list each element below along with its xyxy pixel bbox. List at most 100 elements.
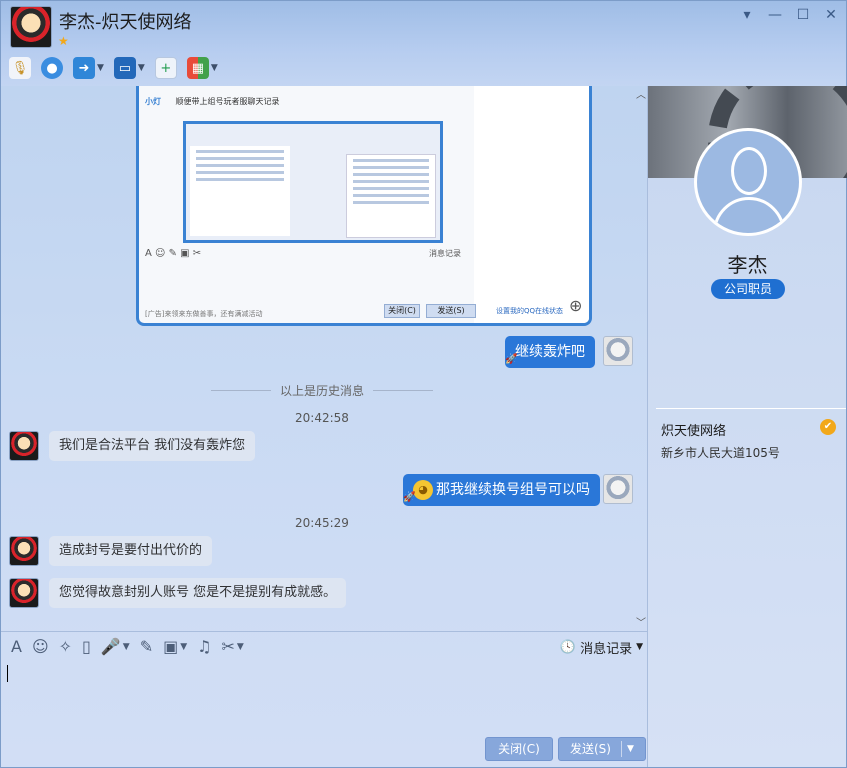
verified-badge-icon: ✔: [820, 419, 836, 435]
person-icon: [731, 147, 767, 195]
message-other[interactable]: 造成封号是要付出代价的: [49, 536, 213, 566]
magic-wand-icon: ✧: [58, 637, 73, 656]
history-divider: 以上是历史消息: [211, 382, 433, 399]
preview-close-button: 关闭(C): [384, 304, 420, 318]
emoji-icon: ☺: [31, 637, 49, 656]
close-icon[interactable]: ✕: [824, 7, 838, 23]
message-self[interactable]: 继续轰炸吧: [505, 336, 595, 368]
font-icon: A: [11, 637, 22, 656]
emoji-button[interactable]: ☺: [32, 637, 49, 656]
chat-toolbar: 🎙 ● ➜ ▼ ▭ ▼ + ▦ ▼: [9, 55, 218, 81]
contact-avatar[interactable]: [9, 578, 39, 608]
remote-desktop-button[interactable]: ▭ ▼: [113, 56, 145, 80]
microphone-icon: 🎤: [100, 637, 121, 656]
window-title: 李杰-炽天使网络: [59, 12, 192, 33]
shake-icon: ▯: [82, 637, 91, 656]
music-button[interactable]: ♫: [197, 637, 211, 656]
company-name: 炽天使网络: [661, 424, 727, 439]
chat-window: 李杰-炽天使网络 ★ ▾ — ☐ ✕ 🎙 ● ➜ ▼ ▭ ▼ + ▦ ▼ 小灯 …: [0, 0, 847, 768]
message-history-button[interactable]: 🕓 消息记录 ▼: [560, 632, 643, 662]
message-text: 我们是合法平台 我们没有轰炸您: [59, 438, 246, 453]
edit-button[interactable]: ✎: [140, 637, 153, 656]
preview-history-label: 消息记录: [429, 249, 461, 258]
timestamp: 20:45:29: [295, 516, 349, 530]
microphone-icon: 🎙: [9, 57, 31, 79]
camera-icon: ●: [41, 57, 63, 79]
company-address: 新乡市人民大道105号: [661, 446, 780, 460]
voice-message-button[interactable]: 🎤 ▼: [101, 637, 130, 656]
smiley-face-icon: ◕: [413, 480, 433, 500]
edit-icon: ✎: [139, 637, 154, 656]
voice-call-button[interactable]: 🎙: [9, 56, 31, 80]
apps-icon: ▦: [186, 57, 209, 79]
screenshot-image[interactable]: 小灯 顺便带上组号玩者服聊天记录 A ☺ ✎ ▣ ✂ 消息记录 [广告]来领来东…: [136, 86, 592, 326]
message-text: 那我继续换号组号可以吗: [436, 482, 590, 498]
role-badge: 公司职员: [711, 279, 785, 299]
apps-button[interactable]: ▦ ▼: [186, 56, 218, 80]
preview-toolbar: A ☺ ✎ ▣ ✂: [145, 248, 202, 259]
preview-send-button: 发送(S): [426, 304, 476, 318]
chat-add-icon: +: [154, 57, 177, 79]
message-other[interactable]: 您觉得故意封别人账号 您是不是提别有成就感。: [49, 578, 347, 608]
rocket-icon: 🚀: [505, 354, 518, 365]
preview-qq-status: 设置我的QQ在线状态: [496, 307, 564, 315]
music-icon: ♫: [197, 637, 212, 656]
image-button[interactable]: ▣ ▼: [163, 637, 187, 656]
font-button[interactable]: A: [11, 637, 22, 656]
chevron-down-icon: ▼: [180, 641, 188, 652]
message-text: 您觉得故意封别人账号 您是不是提别有成就感。: [59, 585, 337, 600]
send-button[interactable]: 发送(S) ▼: [558, 737, 646, 761]
chevron-down-icon: ▼: [137, 63, 145, 73]
clock-icon: 🕓: [559, 639, 577, 655]
video-call-button[interactable]: ●: [41, 56, 63, 80]
message-self[interactable]: ◕ 那我继续换号组号可以吗: [403, 474, 600, 506]
screenshot-button[interactable]: ✂ ▼: [222, 637, 244, 656]
message-text: 造成封号是要付出代价的: [59, 543, 203, 558]
folder-icon: ➜: [73, 57, 95, 79]
add-chat-button[interactable]: +: [154, 56, 177, 80]
message-history-label: 消息记录: [580, 641, 633, 657]
close-button[interactable]: 关闭(C): [485, 737, 553, 761]
zoom-in-icon[interactable]: ⊕: [569, 296, 582, 315]
contact-avatar[interactable]: [9, 536, 39, 566]
message-input[interactable]: [1, 661, 647, 731]
chevron-down-icon: ▼: [236, 641, 244, 652]
image-icon: ▣: [163, 637, 179, 656]
chevron-down-icon: ▼: [636, 642, 643, 652]
self-avatar[interactable]: [603, 336, 633, 366]
preview-side: [474, 86, 589, 323]
minimize-icon[interactable]: —: [768, 7, 782, 23]
contact-avatar[interactable]: [9, 431, 39, 461]
send-label: 发送(S): [570, 742, 611, 756]
chevron-down-icon: ▼: [97, 63, 104, 73]
chevron-down-icon: ▼: [122, 641, 130, 652]
profile-avatar[interactable]: [694, 128, 802, 236]
file-transfer-button[interactable]: ➜ ▼: [73, 56, 104, 80]
preview-ad-text: [广告]来领来东做善事，还有满减活动: [145, 310, 263, 318]
self-avatar[interactable]: [603, 474, 633, 504]
contact-avatar[interactable]: [10, 6, 52, 48]
message-other[interactable]: 我们是合法平台 我们没有轰炸您: [49, 431, 256, 461]
chevron-down-icon: ▼: [210, 63, 218, 73]
scissors-icon: ✂: [221, 637, 235, 656]
timestamp: 20:42:58: [295, 411, 349, 425]
message-text: 继续轰炸吧: [515, 344, 585, 360]
input-toolbar: A ☺ ✧ ▯ 🎤 ▼ ✎ ▣ ▼ ♫ ✂ ▼ 🕓 消息记录 ▼: [1, 631, 647, 661]
profile-panel: 李杰 公司职员 炽天使网络 ✔ 新乡市人民大道105号: [647, 86, 847, 767]
rocket-icon: 🚀: [403, 492, 416, 503]
preview-caption: 顺便带上组号玩者服聊天记录: [175, 97, 280, 106]
maximize-icon[interactable]: ☐: [796, 7, 810, 23]
star-icon: ★: [58, 34, 69, 48]
title-bar: 李杰-炽天使网络 ★ ▾ — ☐ ✕ 🎙 ● ➜ ▼ ▭ ▼ + ▦ ▼: [1, 1, 846, 86]
chevron-down-icon[interactable]: ▼: [627, 738, 634, 760]
scroll-down-icon[interactable]: ﹀: [636, 614, 646, 629]
preview-label: 小灯: [145, 97, 161, 106]
scroll-up-icon[interactable]: ︿: [636, 86, 646, 101]
divider: [656, 408, 846, 409]
window-controls: ▾ — ☐ ✕: [740, 7, 838, 23]
message-list[interactable]: 小灯 顺便带上组号玩者服聊天记录 A ☺ ✎ ▣ ✂ 消息记录 [广告]来领来东…: [1, 86, 647, 631]
magic-button[interactable]: ✧: [59, 637, 72, 656]
shake-button[interactable]: ▯: [82, 637, 91, 656]
profile-name: 李杰: [727, 253, 768, 277]
menu-dropdown-icon[interactable]: ▾: [740, 7, 754, 23]
